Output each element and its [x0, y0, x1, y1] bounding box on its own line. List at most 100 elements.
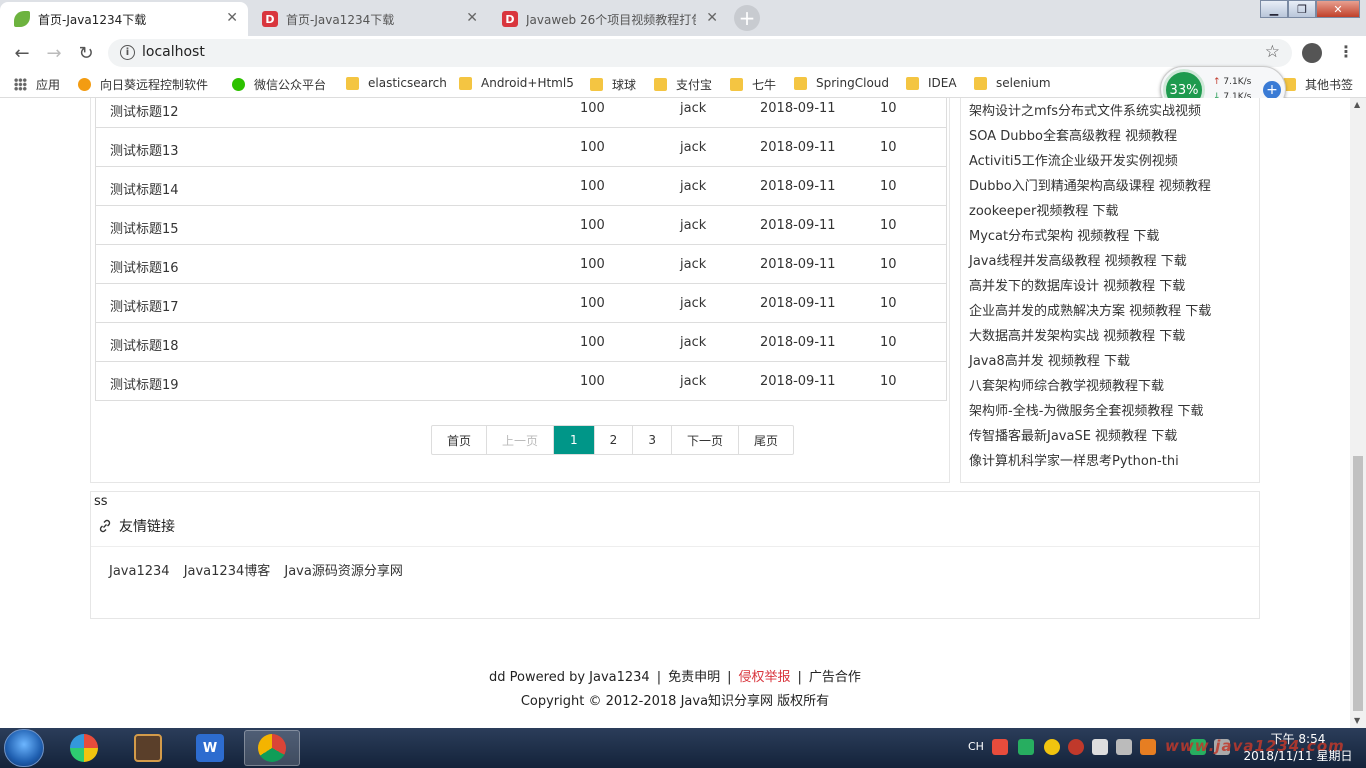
sidebar-link[interactable]: 像计算机科学家一样思考Python-thi: [969, 450, 1179, 469]
tab-close-icon[interactable]: ✕: [226, 10, 238, 26]
bookmark-idea[interactable]: IDEA: [906, 76, 957, 90]
bookmark-selenium[interactable]: selenium: [974, 76, 1051, 90]
row-count: 10: [880, 296, 897, 311]
table-row[interactable]: 测试标题18 100 jack 2018-09-11 10: [96, 322, 946, 361]
sidebar-link[interactable]: 大数据高并发架构实战 视频教程 下载: [969, 325, 1185, 344]
table-row[interactable]: 测试标题12 100 jack 2018-09-11 10: [96, 98, 946, 127]
row-title[interactable]: 测试标题12: [110, 101, 179, 120]
friend-link[interactable]: Java源码资源分享网: [284, 564, 402, 579]
disclaimer-link[interactable]: 免责申明: [668, 670, 720, 685]
sidebar-link[interactable]: 八套架构师综合教学视频教程下载: [969, 375, 1164, 394]
table-row[interactable]: 测试标题14 100 jack 2018-09-11 10: [96, 166, 946, 205]
new-tab-button[interactable]: +: [734, 5, 760, 31]
pager-next-button[interactable]: 下一页: [672, 426, 739, 454]
bookmark-apps[interactable]: 应用: [14, 76, 60, 93]
bookmark-qiuqiu[interactable]: 球球: [590, 76, 636, 93]
tab-javaweb-projects[interactable]: D Javaweb 26个项目视频教程打包 ✕: [488, 2, 728, 36]
browser-tab-bar: 首页-Java1234下载 ✕ D 首页-Java1234下载 ✕ D Java…: [0, 0, 1366, 36]
plus-app-icon[interactable]: [1044, 739, 1060, 755]
row-title[interactable]: 测试标题18: [110, 335, 179, 354]
report-link[interactable]: 侵权举报: [739, 670, 791, 685]
system-clock[interactable]: 下午 8:54 2018/11/11 星期日: [1242, 731, 1354, 765]
address-bar[interactable]: i localhost ☆: [108, 39, 1292, 67]
tray-orange-icon[interactable]: [1140, 739, 1156, 755]
table-row[interactable]: 测试标题15 100 jack 2018-09-11 10: [96, 205, 946, 244]
reload-icon[interactable]: ↻: [74, 41, 98, 65]
friend-link[interactable]: Java1234博客: [184, 564, 271, 579]
shield-icon[interactable]: [1018, 739, 1034, 755]
bookmark-springcloud[interactable]: SpringCloud: [794, 76, 889, 90]
menu-kebab-icon[interactable]: ⋮: [1338, 42, 1354, 61]
add-icon[interactable]: +: [1263, 81, 1281, 99]
tab-home-java1234[interactable]: 首页-Java1234下载 ✕: [0, 2, 248, 36]
url-text[interactable]: localhost: [142, 44, 205, 60]
info-icon[interactable]: i: [120, 45, 135, 60]
scroll-down-arrow-icon[interactable]: ▼: [1354, 716, 1360, 725]
friend-link[interactable]: Java1234: [109, 564, 170, 579]
scroll-up-arrow-icon[interactable]: ▲: [1354, 100, 1360, 109]
minimize-button[interactable]: ▁: [1260, 0, 1288, 18]
tab-close-icon[interactable]: ✕: [466, 10, 478, 26]
pager-page-3[interactable]: 3: [633, 426, 672, 454]
sidebar-link[interactable]: Java8高并发 视频教程 下载: [969, 350, 1130, 369]
row-title[interactable]: 测试标题14: [110, 179, 179, 198]
footer-separator: |: [656, 670, 662, 685]
pager-prev-button[interactable]: 上一页: [487, 426, 555, 454]
sidebar-link[interactable]: zookeeper视频教程 下载: [969, 200, 1119, 219]
table-row[interactable]: 测试标题17 100 jack 2018-09-11 10: [96, 283, 946, 322]
bookmark-qiniu[interactable]: 七牛: [730, 76, 776, 93]
sidebar-link[interactable]: Mycat分布式架构 视频教程 下载: [969, 225, 1159, 244]
ads-link[interactable]: 广告合作: [809, 670, 861, 685]
tab-close-icon[interactable]: ✕: [706, 10, 718, 26]
back-arrow-icon[interactable]: ←: [10, 41, 34, 65]
restore-button[interactable]: ❐: [1288, 0, 1316, 18]
pager-first-button[interactable]: 首页: [432, 426, 488, 454]
sidebar-link[interactable]: Java线程并发高级教程 视频教程 下载: [969, 250, 1187, 269]
row-user: jack: [680, 257, 707, 272]
sidebar-link[interactable]: SOA Dubbo全套高级教程 视频教程: [969, 125, 1177, 144]
row-title[interactable]: 测试标题19: [110, 374, 179, 393]
sidebar-link[interactable]: 架构师-全栈-为微服务全套视频教程 下载: [969, 400, 1204, 419]
taskbar-app-chrome[interactable]: [244, 730, 300, 766]
network-icon[interactable]: [1092, 739, 1108, 755]
bookmark-elasticsearch[interactable]: elasticsearch: [346, 76, 447, 90]
table-row[interactable]: 测试标题16 100 jack 2018-09-11 10: [96, 244, 946, 283]
bookmark-android-html5[interactable]: Android+Html5: [459, 76, 574, 90]
pager-page-2[interactable]: 2: [595, 426, 634, 454]
pager-last-button[interactable]: 尾页: [739, 426, 793, 454]
pager-page-1[interactable]: 1: [554, 426, 595, 454]
bookmark-alipay[interactable]: 支付宝: [654, 76, 712, 93]
powered-by-link[interactable]: dd Powered by Java1234: [489, 670, 650, 685]
tab-home-java1234-2[interactable]: D 首页-Java1234下载 ✕: [248, 2, 488, 36]
sidebar-link[interactable]: 架构设计之mfs分布式文件系统实战视频: [969, 100, 1201, 119]
sidebar-link[interactable]: Dubbo入门到精通架构高级课程 视频教程: [969, 175, 1211, 194]
window-close-button[interactable]: ✕: [1316, 0, 1360, 18]
tray-app-icon[interactable]: [992, 739, 1008, 755]
page-scrollbar[interactable]: ▲ ▼: [1350, 98, 1366, 728]
forward-arrow-icon[interactable]: →: [42, 41, 66, 65]
start-button[interactable]: [4, 729, 44, 767]
sidebar-link[interactable]: 传智播客最新JavaSE 视频教程 下载: [969, 425, 1177, 444]
bookmark-wechat[interactable]: 微信公众平台: [232, 76, 326, 93]
bookmark-sunflower[interactable]: 向日葵远程控制软件: [78, 76, 218, 93]
account-avatar-icon[interactable]: [1302, 43, 1322, 63]
bookmark-other[interactable]: 其他书签: [1283, 76, 1353, 93]
tray-red-icon[interactable]: [1068, 739, 1084, 755]
input-language[interactable]: CH: [968, 740, 984, 753]
bookmark-star-icon[interactable]: ☆: [1265, 42, 1280, 62]
flag-icon[interactable]: [1116, 739, 1132, 755]
taskbar-app-security[interactable]: [56, 730, 112, 766]
taskbar-app-wps[interactable]: W: [182, 730, 238, 766]
row-count: 10: [880, 179, 897, 194]
sidebar-link[interactable]: 高并发下的数据库设计 视频教程 下载: [969, 275, 1185, 294]
scrollbar-thumb[interactable]: [1353, 456, 1363, 711]
table-row[interactable]: 测试标题13 100 jack 2018-09-11 10: [96, 127, 946, 166]
sidebar-link[interactable]: Activiti5工作流企业级开发实例视频: [969, 150, 1178, 169]
row-title[interactable]: 测试标题17: [110, 296, 179, 315]
taskbar-app-eclipse[interactable]: [120, 730, 176, 766]
row-title[interactable]: 测试标题16: [110, 257, 179, 276]
sidebar-link[interactable]: 企业高并发的成熟解决方案 视频教程 下载: [969, 300, 1211, 319]
table-row[interactable]: 测试标题19 100 jack 2018-09-11 10: [96, 361, 946, 400]
row-title[interactable]: 测试标题13: [110, 140, 179, 159]
row-title[interactable]: 测试标题15: [110, 218, 179, 237]
